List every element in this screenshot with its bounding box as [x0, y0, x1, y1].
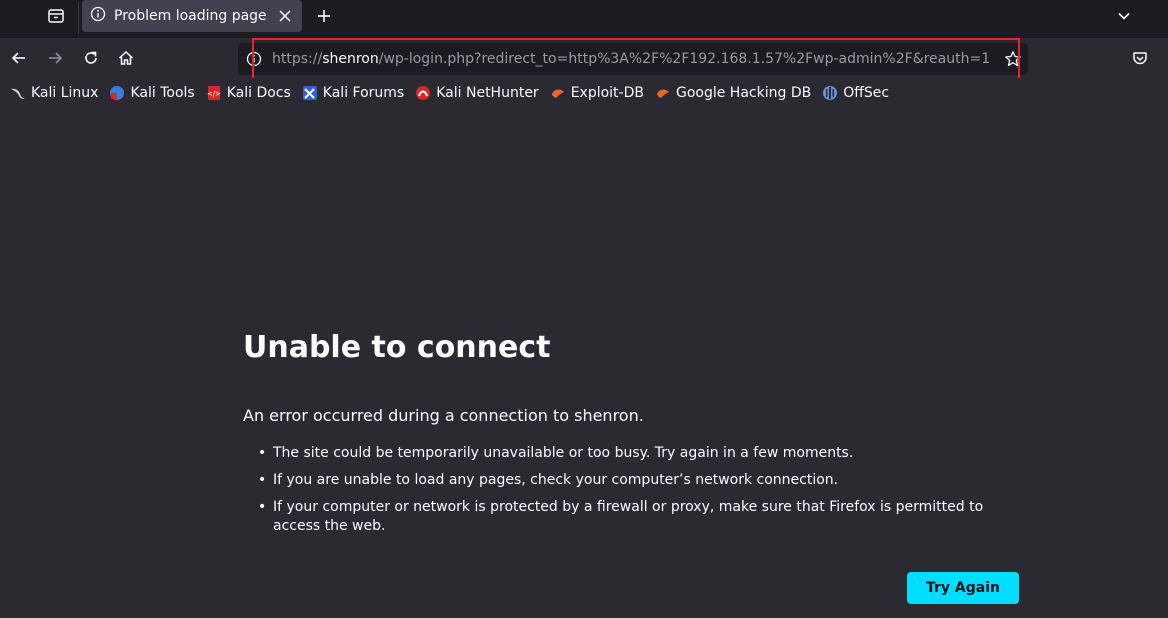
- info-icon: [90, 6, 106, 26]
- offsec-icon: [822, 85, 838, 101]
- kali-forums-icon: [302, 85, 318, 101]
- back-icon[interactable]: [3, 42, 35, 74]
- url-bar[interactable]: https://shenron/wp-login.php?redirect_to…: [238, 43, 1028, 75]
- bookmark-exploit-db[interactable]: Exploit-DB: [546, 80, 648, 106]
- kali-docs-icon: </>: [206, 85, 222, 101]
- url-prefix: https://: [272, 51, 323, 67]
- google-hacking-db-icon: [655, 85, 671, 101]
- tab-separator: [78, 2, 79, 34]
- bookmark-kali-linux[interactable]: Kali Linux: [6, 80, 102, 106]
- kali-nethunter-icon: [415, 85, 431, 101]
- bookmark-label: Kali NetHunter: [436, 85, 539, 101]
- bookmark-label: Google Hacking DB: [675, 85, 812, 101]
- bookmark-kali-tools[interactable]: Kali Tools: [105, 80, 198, 106]
- svg-text:</>: </>: [207, 90, 221, 98]
- bookmark-kali-docs[interactable]: </> Kali Docs: [202, 80, 295, 106]
- pocket-icon[interactable]: [1124, 42, 1156, 74]
- error-suggestions: The site could be temporarily unavailabl…: [258, 444, 1020, 544]
- kali-linux-icon: [10, 85, 26, 101]
- bookmark-google-hacking-db[interactable]: Google Hacking DB: [651, 80, 815, 106]
- list-item: If you are unable to load any pages, che…: [258, 471, 1020, 490]
- error-page: Unable to connect An error occurred duri…: [0, 108, 1168, 618]
- forward-icon[interactable]: [39, 42, 71, 74]
- tab-list-icon[interactable]: [36, 0, 76, 32]
- url-text[interactable]: https://shenron/wp-login.php?redirect_to…: [272, 43, 990, 75]
- close-tab-icon[interactable]: [276, 7, 294, 25]
- bookmark-label: Kali Linux: [31, 85, 99, 101]
- bookmark-kali-nethunter[interactable]: Kali NetHunter: [411, 80, 542, 106]
- home-icon[interactable]: [110, 42, 142, 74]
- exploit-db-icon: [550, 85, 566, 101]
- error-description: An error occurred during a connection to…: [243, 406, 644, 425]
- site-info-icon[interactable]: [246, 51, 262, 67]
- bookmark-label: Kali Forums: [322, 85, 405, 101]
- bookmark-offsec[interactable]: OffSec: [818, 80, 893, 106]
- try-again-button[interactable]: Try Again: [907, 572, 1019, 604]
- list-item: If your computer or network is protected…: [258, 498, 1020, 536]
- tab-strip: Problem loading page: [0, 0, 1168, 38]
- error-title: Unable to connect: [243, 330, 551, 365]
- chevron-down-icon[interactable]: [1110, 0, 1138, 32]
- tab-title: Problem loading page: [114, 8, 267, 24]
- url-host: shenron: [322, 51, 379, 67]
- new-tab-icon[interactable]: [310, 0, 338, 32]
- tab-problem-loading-page[interactable]: Problem loading page: [82, 0, 302, 32]
- reload-icon[interactable]: [75, 42, 107, 74]
- bookmark-label: Kali Tools: [130, 85, 195, 101]
- bookmarks-toolbar: Kali Linux Kali Tools </> Kali Docs Kali…: [0, 78, 1168, 108]
- bookmark-star-icon[interactable]: [1004, 50, 1022, 68]
- bookmark-label: Kali Docs: [226, 85, 291, 101]
- list-item: The site could be temporarily unavailabl…: [258, 444, 1020, 463]
- nav-bar: https://shenron/wp-login.php?redirect_to…: [0, 38, 1168, 78]
- kali-tools-icon: [109, 85, 125, 101]
- bookmark-kali-forums[interactable]: Kali Forums: [298, 80, 408, 106]
- bookmark-label: OffSec: [843, 85, 890, 101]
- bookmark-label: Exploit-DB: [570, 85, 644, 101]
- url-path: /wp-login.php?redirect_to=http%3A%2F%2F1…: [378, 51, 991, 67]
